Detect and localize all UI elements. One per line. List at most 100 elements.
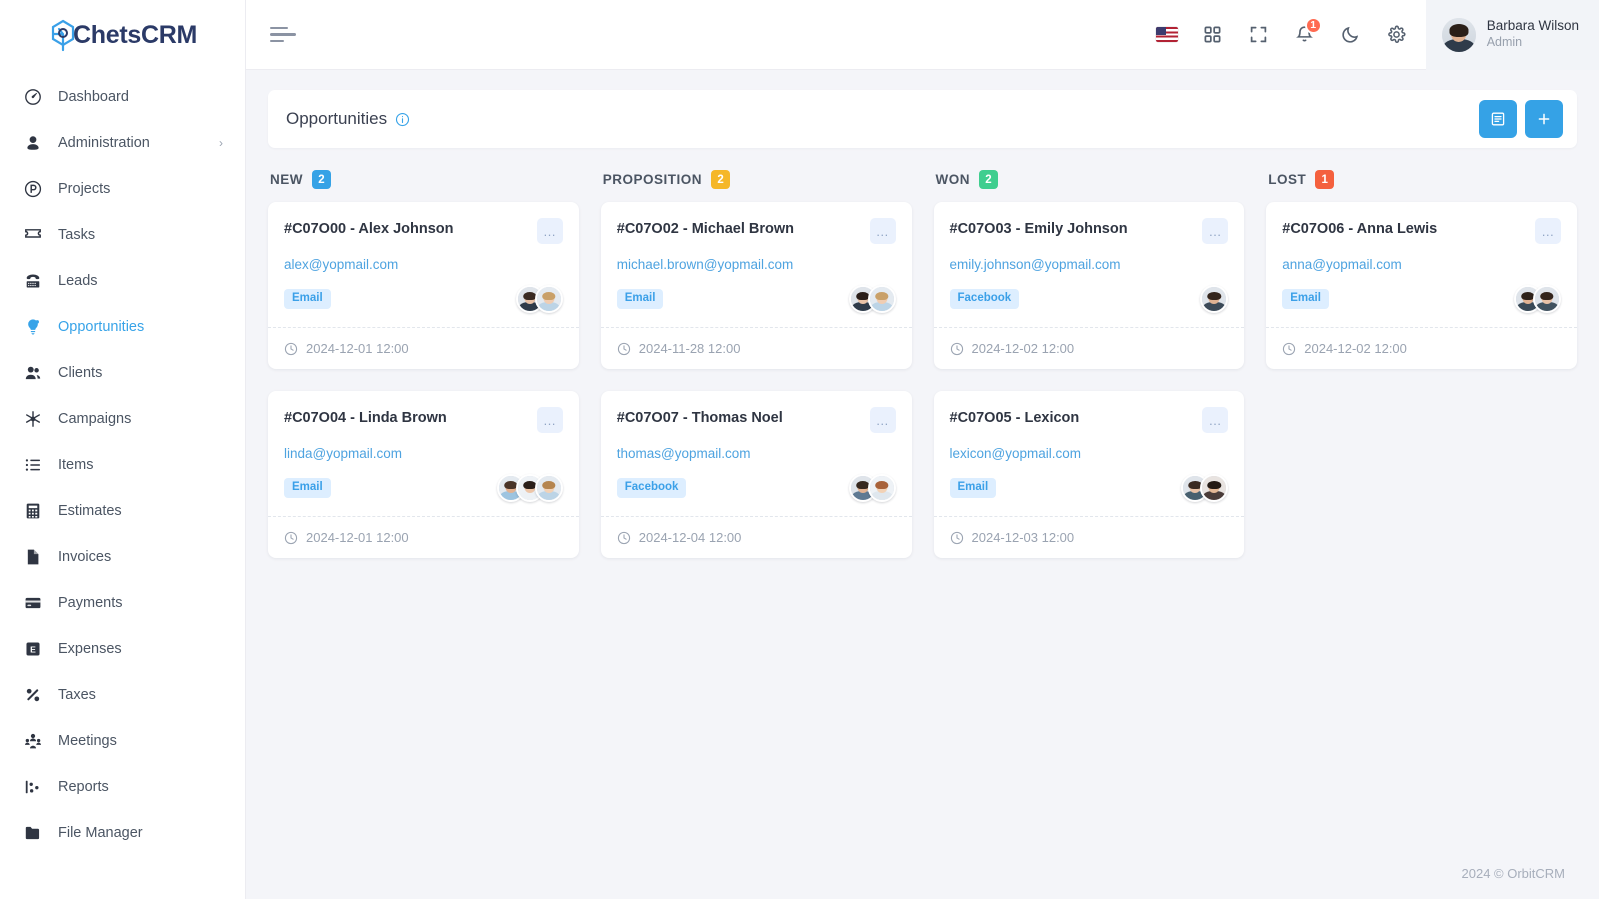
hamburger-icon[interactable] [266,20,300,50]
list-view-button[interactable] [1479,100,1517,138]
column-header: LOST 1 [1266,170,1577,189]
sidebar-item-label: Meetings [58,733,117,749]
column-title: LOST [1268,172,1307,187]
card-title: #C07O02 - Michael Brown [616,221,795,237]
sidebar-item-label: Leads [58,273,98,289]
megaphone-star-icon [22,408,44,430]
card-source-badge: Facebook [949,289,1020,309]
sidebar-item-administration[interactable]: Administration › [0,120,245,166]
card-date: 2024-12-02 12:00 [971,341,1075,356]
opportunity-card[interactable]: #C07O02 - Michael Brown … michael.brown@… [600,202,912,369]
card-avatars [848,474,896,502]
card-footer: 2024-12-01 12:00 [268,516,579,558]
card-title: #C07O05 - Lexicon [949,410,1080,426]
opportunity-card[interactable]: #C07O07 - Thomas Noel … thomas@yopmail.c… [600,391,912,558]
column-header: PROPOSITION 2 [601,170,912,189]
card-menu-button[interactable]: … [869,407,896,433]
sidebar-item-projects[interactable]: Projects [0,166,245,212]
sidebar-item-label: Dashboard [58,89,129,105]
card-footer: 2024-12-03 12:00 [933,516,1245,558]
sidebar-item-label: Clients [58,365,103,381]
calculator-icon [22,500,44,522]
card-title: #C07O00 - Alex Johnson [284,221,454,237]
clock-icon [284,531,298,544]
sidebar-item-opportunities[interactable]: Opportunities [0,304,245,350]
sidebar-item-meetings[interactable]: Meetings [0,718,245,764]
card-email-link[interactable]: michael.brown@yopmail.com [617,257,896,272]
sidebar-item-label: Items [58,457,94,473]
apps-grid-icon[interactable] [1190,12,1236,58]
sidebar-item-dashboard[interactable]: Dashboard [0,74,245,120]
sidebar-item-campaigns[interactable]: Campaigns [0,396,245,442]
sidebar-item-invoices[interactable]: Invoices [0,534,245,580]
clock-icon [950,342,963,355]
speedometer-icon [22,86,44,108]
topbar-actions: 1 Barbara Wilson Admin [1144,0,1599,70]
language-flag-us-icon[interactable] [1144,12,1190,58]
card-avatars [848,285,896,313]
card-email-link[interactable]: lexicon@yopmail.com [950,446,1229,461]
add-opportunity-button[interactable] [1525,100,1563,138]
card-menu-button[interactable]: … [536,407,563,433]
opportunity-card[interactable]: #C07O05 - Lexicon … lexicon@yopmail.com … [933,391,1245,558]
sidebar-item-label: Payments [58,595,123,611]
sidebar-item-items[interactable]: Items [0,442,245,488]
card-footer: 2024-12-02 12:00 [1266,327,1577,369]
app-root: ChetsCRM Dashboard Administration › Proj… [0,0,1599,899]
sidebar-item-file-manager[interactable]: File Manager [0,810,245,856]
settings-gear-icon[interactable] [1374,12,1420,58]
sidebar-item-reports[interactable]: Reports [0,764,245,810]
card-email-link[interactable]: emily.johnson@yopmail.com [950,257,1229,272]
sidebar-item-label: File Manager [58,825,143,841]
card-email-link[interactable]: anna@yopmail.com [1282,257,1561,272]
opportunity-card[interactable]: #C07O04 - Linda Brown … linda@yopmail.co… [268,391,579,558]
notification-badge: 1 [1304,16,1322,34]
fullscreen-icon[interactable] [1236,12,1282,58]
dark-mode-moon-icon[interactable] [1328,12,1374,58]
column-count-badge: 2 [979,170,998,189]
card-menu-button[interactable]: … [1202,407,1229,433]
sidebar-item-leads[interactable]: Leads [0,258,245,304]
sidebar-item-tasks[interactable]: Tasks [0,212,245,258]
clock-icon [1283,342,1296,355]
sidebar: ChetsCRM Dashboard Administration › Proj… [0,0,246,899]
avatar [867,285,896,313]
card-avatars [1181,474,1229,502]
sidebar-item-taxes[interactable]: Taxes [0,672,245,718]
svg-text:E: E [30,645,36,655]
kanban-column-won: WON 2 #C07O03 - Emily Johnson … emily.jo… [933,170,1245,580]
brand-name: ChetsCRM [72,20,197,49]
clock-icon [617,342,630,355]
card-title: #C07O03 - Emily Johnson [949,221,1128,237]
card-menu-button[interactable]: … [536,218,563,244]
sidebar-item-payments[interactable]: Payments [0,580,245,626]
opportunity-card[interactable]: #C07O03 - Emily Johnson … emily.johnson@… [933,202,1245,369]
brand-logo[interactable]: ChetsCRM [0,0,245,70]
page-title-text: Opportunities [286,109,388,128]
card-source-badge: Facebook [616,478,687,498]
column-title: PROPOSITION [602,172,703,187]
column-count-badge: 1 [1315,170,1335,189]
avatar [1200,285,1229,313]
avatar [867,474,896,502]
card-email-link[interactable]: linda@yopmail.com [284,446,563,461]
sidebar-item-expenses[interactable]: E Expenses [0,626,245,672]
kanban-board: NEW 2 #C07O00 - Alex Johnson … alex@yopm… [268,170,1577,580]
bell-icon[interactable]: 1 [1282,12,1328,58]
file-icon [22,546,44,568]
card-email-link[interactable]: thomas@yopmail.com [617,446,896,461]
opportunity-card[interactable]: #C07O00 - Alex Johnson … alex@yopmail.co… [268,202,579,369]
opportunity-card[interactable]: #C07O06 - Anna Lewis … anna@yopmail.com … [1266,202,1577,369]
card-menu-button[interactable]: … [869,218,896,244]
card-avatars [1200,285,1229,313]
card-menu-button[interactable]: … [1202,218,1229,244]
sidebar-item-clients[interactable]: Clients [0,350,245,396]
card-source-badge: Email [284,289,331,309]
content-area: Opportunities NEW 2 #C07O00 - Alex Johns… [246,70,1599,847]
info-circle-icon[interactable] [395,112,410,127]
sidebar-item-estimates[interactable]: Estimates [0,488,245,534]
card-email-link[interactable]: alex@yopmail.com [284,257,563,272]
card-menu-button[interactable]: … [1535,218,1561,244]
profile-menu[interactable]: Barbara Wilson Admin [1425,0,1599,70]
sidebar-nav: Dashboard Administration › Projects Task… [0,70,245,899]
